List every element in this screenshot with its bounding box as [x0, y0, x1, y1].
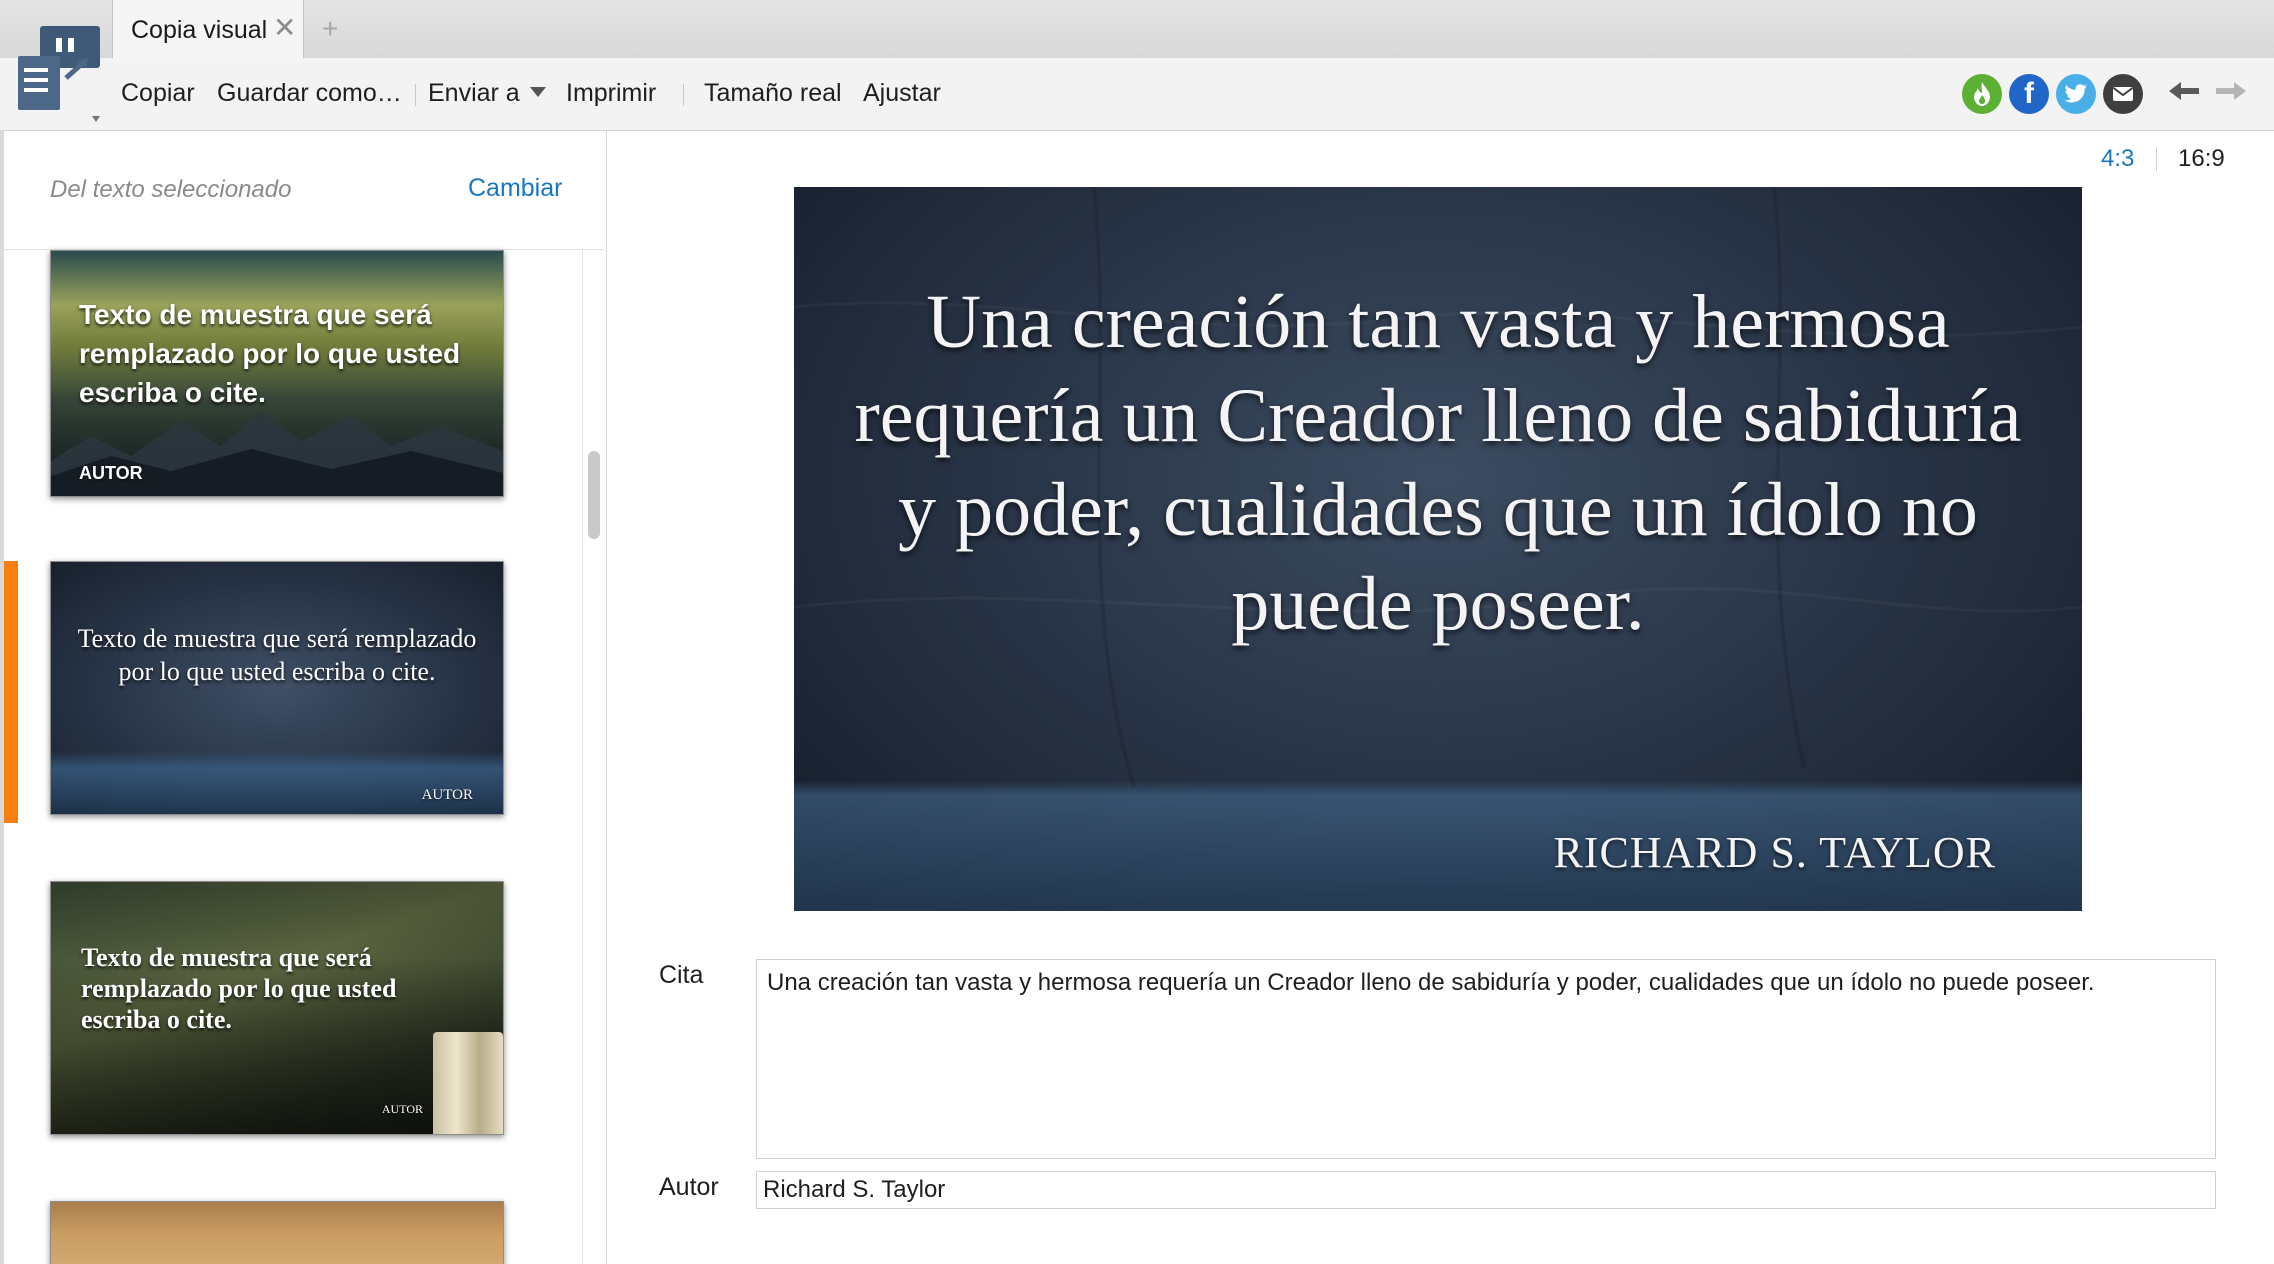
chevron-down-icon	[529, 87, 546, 97]
visual-copy-window: Copia visual ✕ + Copiar Guardar como… En…	[0, 0, 2274, 1264]
close-tab-icon[interactable]: ✕	[273, 12, 296, 44]
tab-title: Copia visual	[131, 16, 268, 44]
selected-template-indicator	[4, 561, 18, 823]
forward-arrow-icon[interactable]	[2214, 72, 2248, 112]
column-illustration	[433, 1032, 503, 1134]
app-menu-button[interactable]	[6, 12, 110, 122]
actual-size-button[interactable]: Tamaño real	[704, 79, 842, 108]
forward-arrow-glyph	[2216, 82, 2246, 100]
main-editor: 4:3 16:9 Una creación tan vasta y hermos…	[607, 131, 2274, 1264]
aspect-ratio-16-9-button[interactable]: 16:9	[2178, 145, 2225, 173]
author-label: Autor	[659, 1173, 719, 1201]
preview-author-text: RICHARD S. TAYLOR	[1553, 828, 1996, 877]
copy-button[interactable]: Copiar	[121, 79, 195, 108]
thumbnail-author: AUTOR	[79, 463, 143, 483]
flame-icon	[1974, 82, 1990, 106]
thumbnail-sample-text: Texto de muestra que será remplazado por…	[79, 299, 461, 408]
thumbnail-sample-text: Texto de muestra que será remplazado por…	[81, 943, 397, 1034]
send-to-menu[interactable]: Enviar a	[428, 79, 546, 108]
template-sidebar: Del texto seleccionado Cambiar Texto de …	[4, 131, 607, 1264]
new-tab-icon[interactable]: +	[322, 14, 338, 44]
tab-visual-copy[interactable]: Copia visual ✕	[112, 0, 304, 60]
quote-input[interactable]: Una creación tan vasta y hermosa requerí…	[756, 959, 2216, 1159]
back-arrow-glyph	[2169, 82, 2199, 100]
thumbnail-sample-text: Texto de muestra que será remplazado por…	[77, 624, 477, 686]
tab-bar: Copia visual ✕ +	[0, 0, 2274, 60]
template-thumbnail-parchment[interactable]	[50, 1201, 504, 1264]
scrollbar-track	[582, 250, 583, 1264]
aspect-ratio-4-3-button[interactable]: 4:3	[2101, 145, 2134, 173]
twitter-icon[interactable]	[2056, 74, 2096, 114]
ratio-divider	[2156, 147, 2157, 171]
print-button[interactable]: Imprimir	[566, 79, 656, 108]
visual-copy-logo-icon	[18, 26, 100, 122]
scrollbar-thumb[interactable]	[588, 451, 600, 539]
template-thumbnail-dark-blue[interactable]: Texto de muestra que será remplazado por…	[50, 561, 504, 815]
source-label: Del texto seleccionado	[50, 176, 292, 203]
preview-quote-text: Una creación tan vasta y hermosa requerí…	[854, 280, 2022, 646]
twitter-bird-icon	[2064, 84, 2087, 103]
toolbar-divider	[683, 84, 684, 106]
email-icon[interactable]	[2103, 74, 2143, 114]
logos-share-icon[interactable]	[1962, 74, 2002, 114]
fit-button[interactable]: Ajustar	[863, 79, 941, 108]
envelope-icon	[2112, 87, 2134, 101]
back-arrow-icon[interactable]	[2167, 72, 2201, 112]
quote-image-preview: Una creación tan vasta y hermosa requerí…	[794, 187, 2082, 911]
facebook-icon[interactable]: f	[2009, 74, 2049, 114]
save-as-button[interactable]: Guardar como…	[217, 79, 402, 108]
thumbnail-author: AUTOR	[381, 1102, 423, 1116]
thumbnail-author: AUTOR	[421, 787, 473, 803]
toolbar: Copiar Guardar como… Enviar a Imprimir T…	[0, 58, 2274, 131]
author-input[interactable]	[756, 1171, 2216, 1209]
send-to-label: Enviar a	[428, 79, 520, 107]
template-thumbnail-mountains[interactable]: Texto de muestra que será remplazado por…	[50, 250, 504, 497]
template-thumbnail-ruins[interactable]: Texto de muestra que será remplazado por…	[50, 881, 504, 1135]
quote-label: Cita	[659, 961, 704, 989]
toolbar-divider	[415, 84, 416, 106]
change-source-link[interactable]: Cambiar	[468, 174, 562, 203]
